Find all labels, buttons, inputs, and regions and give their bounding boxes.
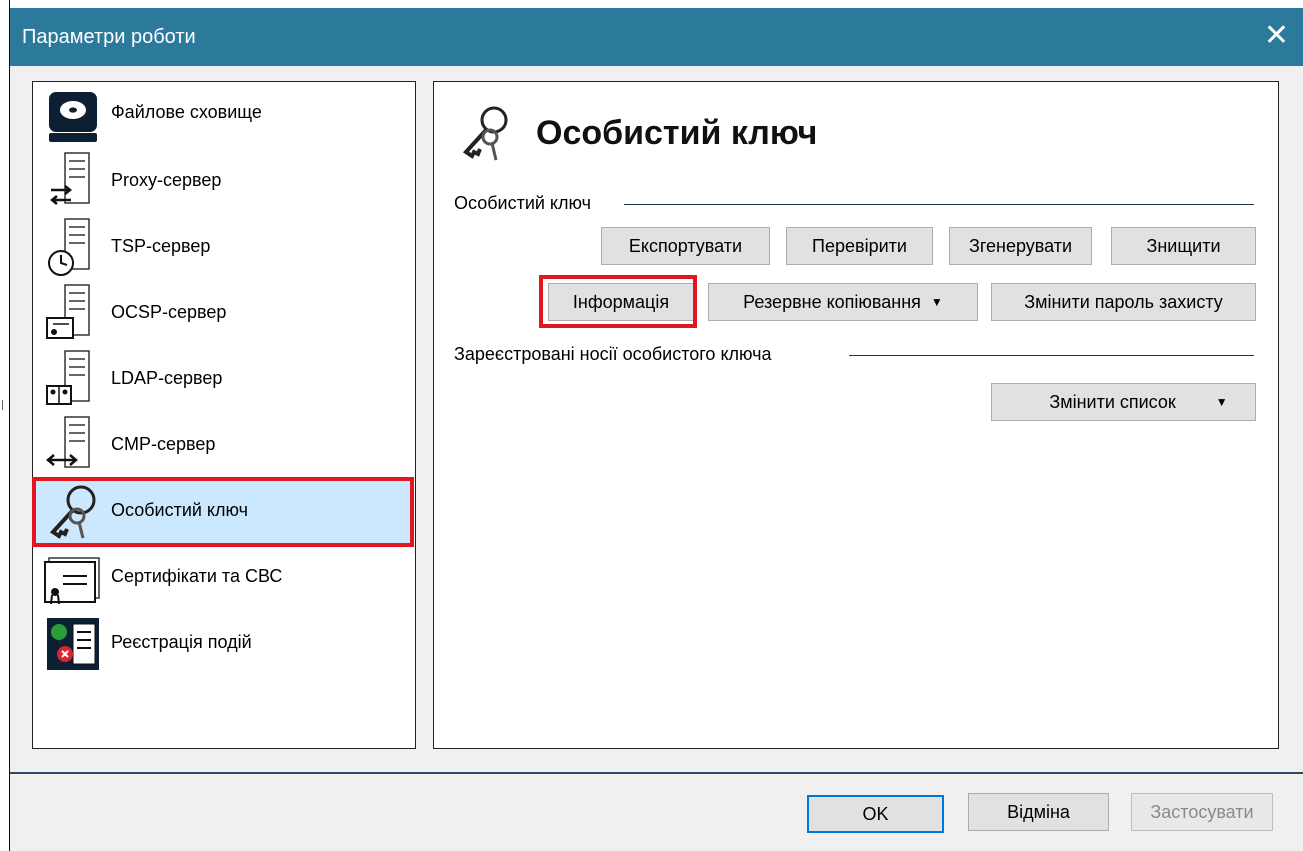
event-log-icon xyxy=(47,618,99,670)
generate-button[interactable]: Згенерувати xyxy=(949,227,1092,265)
nav-item-label: CMP-сервер xyxy=(111,434,216,454)
backup-dropdown-button[interactable]: Резервне копіювання ▼ xyxy=(708,283,978,321)
change-list-label: Змінити список xyxy=(1049,391,1176,412)
change-password-button[interactable]: Змінити пароль захисту xyxy=(991,283,1256,321)
window-title: Параметри роботи xyxy=(22,26,196,48)
ok-button[interactable]: OK xyxy=(807,795,944,833)
apply-button[interactable]: Застосувати xyxy=(1131,793,1273,831)
page-title: Особистий ключ xyxy=(536,114,818,152)
private-key-settings-panel: Особистий ключ Особистий ключ Експортува… xyxy=(433,81,1279,749)
tsp-server-clock-icon xyxy=(48,218,90,276)
nav-item-label: Сертифікати та СВС xyxy=(111,566,283,586)
nav-item-private-key[interactable]: Особистий ключ xyxy=(32,477,414,547)
verify-button[interactable]: Перевірити xyxy=(786,227,933,265)
disk-storage-icon xyxy=(49,92,97,142)
destroy-button[interactable]: Знищити xyxy=(1111,227,1256,265)
key-section-label: Особистий ключ xyxy=(454,193,601,214)
change-list-dropdown-button[interactable]: Змінити список ▼ xyxy=(991,383,1256,421)
nav-item-label: Особистий ключ xyxy=(111,500,248,520)
media-section-label: Зареєстровані носії особистого ключа xyxy=(454,344,782,365)
chevron-down-icon: ▼ xyxy=(930,295,943,309)
nav-item-label: TSP-сервер xyxy=(111,236,211,256)
cmp-server-arrows-icon xyxy=(46,416,90,468)
info-button[interactable]: Інформація xyxy=(548,283,694,321)
backup-label: Резервне копіювання xyxy=(743,291,921,312)
keys-icon xyxy=(462,106,508,161)
title-bar: Параметри роботи ✕ xyxy=(10,8,1303,66)
section-divider xyxy=(849,355,1254,356)
section-divider xyxy=(624,204,1254,205)
nav-item-tsp-server[interactable]: TSP-сервер xyxy=(35,216,411,280)
cancel-button[interactable]: Відміна xyxy=(968,793,1109,831)
certificates-icon xyxy=(44,557,100,605)
chevron-down-icon: ▼ xyxy=(1215,395,1228,409)
nav-item-label: LDAP-сервер xyxy=(111,368,223,388)
settings-category-list: Файлове сховище Proxy-сервер TSP-сервер … xyxy=(32,81,416,749)
close-icon[interactable]: ✕ xyxy=(1264,18,1289,54)
nav-item-ldap-server[interactable]: LDAP-сервер xyxy=(35,348,411,412)
private-key-icon xyxy=(49,485,96,539)
nav-item-label: Реєстрація подій xyxy=(111,632,252,652)
nav-item-cmp-server[interactable]: CMP-сервер xyxy=(35,414,411,478)
footer-divider xyxy=(10,772,1303,774)
nav-item-certificates[interactable]: Сертифікати та СВС xyxy=(35,546,411,610)
ocsp-server-certificate-icon xyxy=(46,284,90,339)
export-button[interactable]: Експортувати xyxy=(601,227,770,265)
nav-item-file-storage[interactable]: Файлове сховище xyxy=(35,84,411,148)
dialog-body: Файлове сховище Proxy-сервер TSP-сервер … xyxy=(10,66,1303,851)
ldap-server-directory-icon xyxy=(46,350,90,405)
nav-item-proxy-server[interactable]: Proxy-сервер xyxy=(35,150,411,214)
proxy-server-icon xyxy=(49,152,90,205)
nav-item-ocsp-server[interactable]: OCSP-сервер xyxy=(35,282,411,346)
nav-item-event-log[interactable]: Реєстрація подій xyxy=(35,612,411,676)
nav-item-label: Proxy-сервер xyxy=(111,170,222,190)
nav-item-label: OCSP-сервер xyxy=(111,302,227,322)
background-window-edge xyxy=(2,400,7,410)
nav-item-label: Файлове сховище xyxy=(111,102,262,122)
